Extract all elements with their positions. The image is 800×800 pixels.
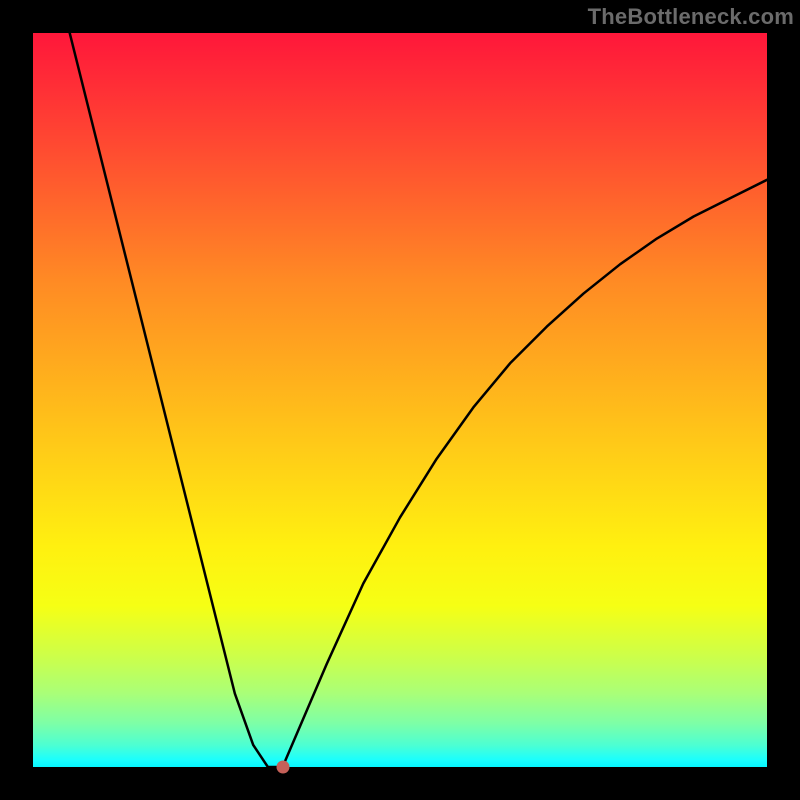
- chart-frame: TheBottleneck.com: [0, 0, 800, 800]
- attribution-text: TheBottleneck.com: [588, 4, 794, 30]
- chart-plot-area: [33, 33, 767, 767]
- optimal-point-marker: [276, 761, 289, 774]
- curve-line: [70, 33, 767, 767]
- bottleneck-curve: [33, 33, 767, 767]
